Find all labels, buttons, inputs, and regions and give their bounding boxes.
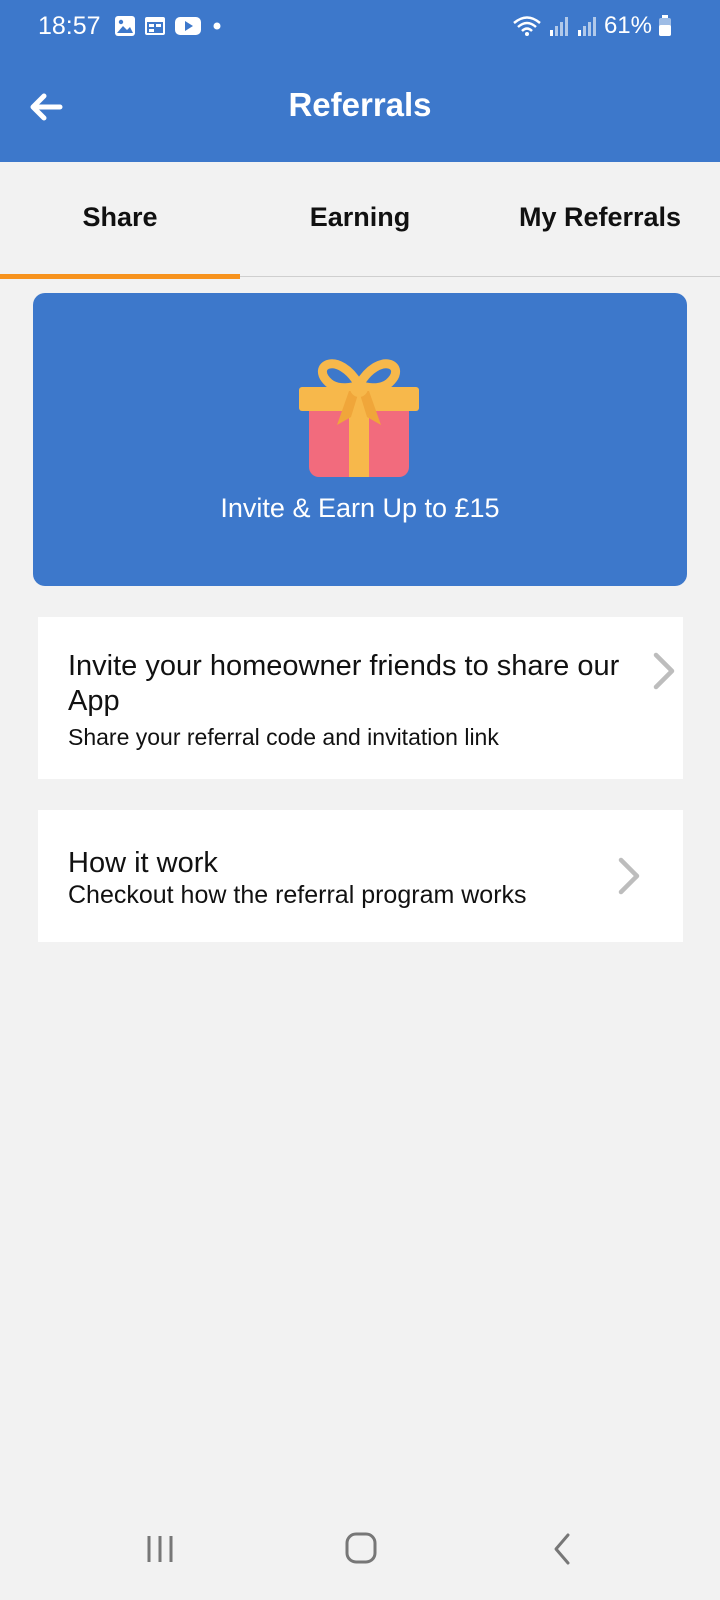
status-bar: 18:57 61% <box>0 0 720 52</box>
chevron-right-icon <box>618 857 640 895</box>
tab-label: Share <box>82 202 158 232</box>
home-icon[interactable] <box>344 1531 378 1565</box>
tab-label: Earning <box>309 202 411 232</box>
chevron-right-icon <box>653 652 675 690</box>
dot-icon <box>213 22 221 30</box>
notification-icons <box>114 14 224 38</box>
signal-icon <box>549 17 568 36</box>
tab-label: My Referrals <box>518 202 682 232</box>
banner-text: Invite & Earn Up to £15 <box>220 493 500 523</box>
tab-share[interactable]: Share <box>0 162 240 279</box>
card-title-line1: Invite your homeowner friends to share o… <box>68 650 620 682</box>
system-icons: 61% <box>512 12 672 40</box>
gallery-icon <box>115 16 135 36</box>
card-subtitle: Checkout how the referral program works <box>68 881 527 909</box>
tab-earning[interactable]: Earning <box>240 162 480 277</box>
youtube-icon <box>175 17 201 35</box>
card-title-line2: App <box>68 685 120 717</box>
calendar-icon <box>145 17 165 35</box>
wifi-icon <box>513 16 541 36</box>
card-subtitle: Share your referral code and invitation … <box>68 724 499 750</box>
how-it-works-card[interactable]: How it work Checkout how the referral pr… <box>38 810 683 942</box>
back-icon[interactable] <box>548 1531 578 1567</box>
tab-bar: Share Earning My Referrals <box>0 162 720 279</box>
app-bar: Referrals <box>0 52 720 162</box>
card-title: How it work <box>68 847 218 879</box>
page-title: Referrals <box>288 86 432 123</box>
status-time: 18:57 <box>38 12 101 40</box>
invite-friends-card[interactable]: Invite your homeowner friends to share o… <box>38 617 683 779</box>
gift-icon <box>299 359 419 477</box>
battery-percent: 61% <box>603 12 652 39</box>
signal-icon <box>577 17 596 36</box>
recents-icon[interactable] <box>143 1532 177 1566</box>
system-nav-bar <box>0 1506 720 1600</box>
battery-icon <box>659 15 671 36</box>
invite-banner: Invite & Earn Up to £15 <box>33 293 687 586</box>
tab-my-referrals[interactable]: My Referrals <box>480 162 720 277</box>
